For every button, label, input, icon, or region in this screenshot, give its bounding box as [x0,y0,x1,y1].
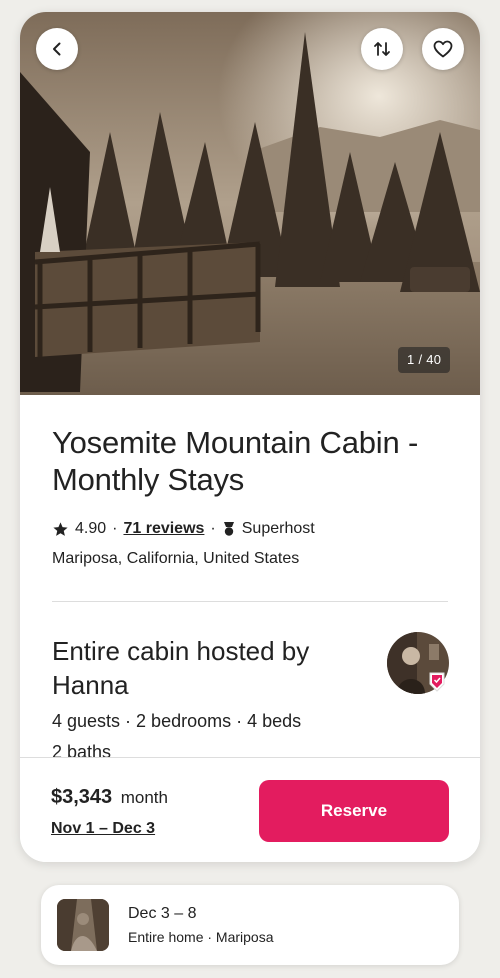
share-button[interactable] [361,28,403,70]
medal-icon [223,522,234,536]
chevron-left-icon [53,42,61,56]
price-amount: $3,343 [51,786,113,808]
separator-dot: · [112,520,118,537]
upcoming-trip-card[interactable]: Dec 3 – 8 Entire home · Mariposa [41,885,459,965]
listing-title: Yosemite Mountain Cabin - Monthly Stays [52,425,419,497]
trip-thumbnail [57,899,109,951]
rating-row: 4.90 · 71 reviews · Superhost [52,519,315,539]
share-arrows-icon [374,42,390,56]
booking-footer: $3,343 month Nov 1 – Dec 3 Reserve [20,757,480,862]
back-button[interactable] [36,28,78,70]
trip-subtitle: Entire home · Mariposa [128,929,274,945]
superhost-badge-icon [429,672,445,692]
price-unit: month [120,788,168,807]
section-divider [52,601,448,602]
dates-link[interactable]: Nov 1 – Dec 3 [51,820,155,838]
listing-location: Mariposa, California, United States [52,550,300,567]
guest-room-summary: 4 guests · 2 bedrooms · 4 beds [52,711,302,731]
listing-card: 1 / 40 Yosemite Mountain Cabin - Monthly… [20,12,480,862]
cabin-landscape-photo [20,12,480,395]
save-button[interactable] [422,28,464,70]
heart-icon [433,40,453,58]
superhost-label: Superhost [241,520,315,537]
trip-dates: Dec 3 – 8 [128,905,197,922]
photo-counter: 1 / 40 [398,347,451,373]
host-heading: Entire cabin hosted by Hanna [52,636,310,700]
reviews-link[interactable]: 71 reviews [123,519,204,539]
separator-dot: · [210,520,216,537]
rating-value: 4.90 [75,520,107,537]
trip-photo [57,899,109,951]
price-display: $3,343 month [51,786,168,809]
star-icon [53,521,68,536]
reserve-button[interactable]: Reserve [259,780,449,842]
listing-photo[interactable]: 1 / 40 [20,12,480,395]
